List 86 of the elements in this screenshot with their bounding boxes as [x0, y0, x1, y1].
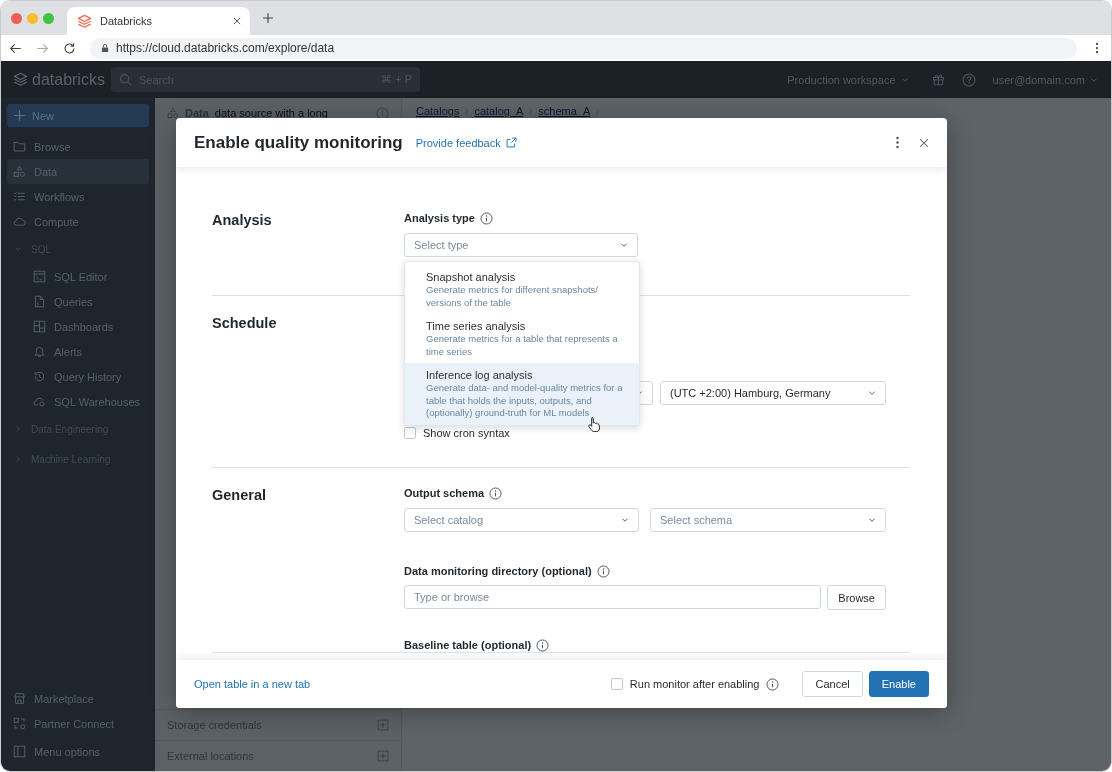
chevron-right-icon: [526, 106, 536, 116]
logo-text: databricks: [32, 70, 105, 89]
reload-icon[interactable]: [63, 41, 76, 55]
info-icon[interactable]: [536, 638, 550, 652]
breadcrumb-link[interactable]: Catalogs: [416, 105, 460, 117]
new-tab-icon[interactable]: [262, 12, 274, 24]
sidebar-item[interactable]: Menu options: [7, 736, 149, 767]
user-menu[interactable]: user@domain.com: [992, 73, 1099, 86]
sidebar-item[interactable]: Workflows: [7, 184, 149, 209]
sidebar-item[interactable]: Marketplace: [7, 686, 149, 711]
connect-icon: [13, 717, 26, 730]
document-icon: [33, 295, 46, 308]
dropdown-option[interactable]: Time series analysis Generate metrics for a table that represents a time series: [405, 314, 639, 363]
checkbox-label: Run monitor after enabling: [629, 678, 760, 690]
sidebar-item[interactable]: Alerts: [7, 339, 149, 364]
input-field[interactable]: Type or browse: [404, 585, 822, 609]
browse-button[interactable]: Browse: [827, 585, 886, 610]
field-label: Output schema: [404, 486, 485, 500]
open-in-new-tab-link[interactable]: Open table in a new tab: [194, 678, 311, 690]
checkbox[interactable]: [610, 678, 623, 690]
info-icon[interactable]: [766, 677, 780, 691]
sidebar-item[interactable]: Browse: [7, 134, 149, 159]
forward-icon[interactable]: [36, 41, 49, 55]
bell-icon: [33, 345, 46, 358]
gift-icon[interactable]: [931, 73, 945, 86]
search-icon: [119, 73, 132, 86]
sidebar-item[interactable]: Dashboards: [7, 314, 149, 339]
tab-title: Databricks: [100, 15, 153, 27]
chevron-right-icon: [593, 106, 603, 116]
select-dropdown[interactable]: (UTC +2:00) Hamburg, Germany: [660, 381, 886, 405]
window-control-icon[interactable]: [43, 12, 54, 24]
field-label: Baseline table (optional): [404, 638, 532, 652]
sidebar-item[interactable]: Partner Connect: [7, 711, 149, 736]
checkbox-label: Show cron syntax: [423, 427, 510, 439]
enable-button[interactable]: Enable: [868, 671, 929, 697]
field-label: Data monitoring directory (optional): [404, 564, 592, 578]
help-icon[interactable]: [961, 72, 976, 87]
breadcrumb-link[interactable]: schema_A: [538, 105, 591, 117]
terminal-icon: [33, 270, 46, 283]
logo-icon: [13, 72, 28, 87]
new-button[interactable]: New: [7, 104, 149, 127]
sidebar-icon: [13, 745, 26, 758]
folder-icon: [13, 140, 26, 153]
dropdown-option[interactable]: Inference log analysis Generate data- and model-quality metrics for a table that holds the inputs, outputs, and (optionally) ground-truth for ML models: [405, 363, 639, 425]
field-label: Analysis type: [404, 211, 475, 225]
sidebar-item[interactable]: Queries: [7, 289, 149, 314]
sidebar-item[interactable]: Compute: [7, 209, 149, 234]
cancel-button[interactable]: Cancel: [802, 671, 863, 697]
lock-icon: [100, 43, 110, 53]
grid-icon: [33, 320, 46, 333]
modal-title: Enable quality monitoring: [194, 132, 403, 153]
cloud-icon: [13, 215, 26, 228]
url-text: https://cloud.databricks.com/explore/data: [116, 41, 335, 55]
address-bar[interactable]: https://cloud.databricks.com/explore/data: [90, 37, 1077, 59]
shapes-icon: [167, 107, 179, 119]
history-icon: [33, 370, 46, 383]
section-heading: Analysis: [212, 211, 273, 230]
chevron-right-icon: [462, 106, 472, 116]
external-link-icon: [505, 137, 517, 148]
workspace-dropdown[interactable]: Production workspace: [787, 73, 910, 86]
cloud-gear-icon: [33, 395, 46, 408]
checkbox[interactable]: [404, 427, 416, 439]
select-dropdown[interactable]: Select type: [404, 233, 638, 257]
feedback-link[interactable]: Provide feedback: [415, 136, 517, 149]
info-icon[interactable]: [596, 564, 610, 578]
select-dropdown[interactable]: Select schema: [650, 508, 886, 532]
sidebar-item[interactable]: SQL Editor: [7, 264, 149, 289]
info-icon[interactable]: [489, 486, 503, 500]
store-icon: [13, 692, 26, 705]
close-icon[interactable]: [918, 136, 930, 149]
info-icon[interactable]: [479, 211, 493, 225]
section-heading: General: [212, 486, 267, 505]
window-control-icon[interactable]: [11, 12, 22, 24]
close-icon[interactable]: [232, 16, 242, 26]
section-heading: Schedule: [212, 314, 278, 333]
dropdown-option[interactable]: Snapshot analysis Generate metrics for different snapshots/ versions of the table: [405, 265, 639, 314]
shapes-icon: [13, 165, 26, 178]
browser-tab[interactable]: Databricks: [67, 7, 250, 35]
sidebar-item[interactable]: Query History: [7, 364, 149, 389]
checklist-icon: [13, 190, 26, 203]
select-dropdown[interactable]: Select catalog: [404, 508, 639, 532]
breadcrumb-link[interactable]: catalog_A: [474, 105, 524, 117]
info-icon: [376, 106, 389, 120]
layers-icon: [77, 13, 92, 29]
back-icon[interactable]: [9, 41, 22, 55]
sidebar-item[interactable]: SQL Warehouses: [7, 389, 149, 414]
